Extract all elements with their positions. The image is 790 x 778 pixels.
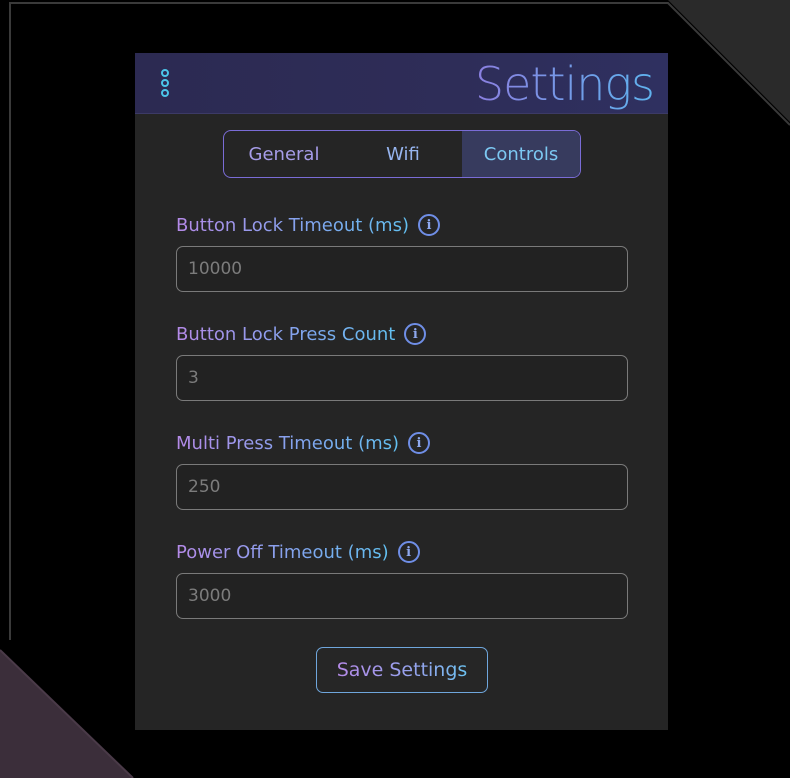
tab-wifi[interactable]: Wifi	[344, 131, 462, 177]
field-label: Multi Press Timeout (ms)	[176, 428, 399, 458]
field-power-off-timeout: Power Off Timeout (ms) i 3000	[176, 537, 628, 619]
save-settings-label: Save Settings	[336, 659, 468, 681]
info-icon[interactable]: i	[404, 323, 427, 345]
tab-controls[interactable]: Controls	[462, 131, 580, 177]
tab-bar: General Wifi Controls	[223, 130, 581, 178]
menu-dots-icon[interactable]	[161, 69, 171, 99]
field-button-lock-press-count: Button Lock Press Count i 3	[176, 319, 628, 401]
button-lock-timeout-input[interactable]: 10000	[176, 246, 628, 292]
field-multi-press-timeout: Multi Press Timeout (ms) i 250	[176, 428, 628, 510]
info-icon[interactable]: i	[408, 432, 431, 454]
settings-panel: Settings General Wifi Controls Button Lo…	[135, 53, 668, 730]
save-settings-button[interactable]: Save Settings	[316, 647, 488, 693]
app-header: Settings	[135, 53, 668, 114]
tab-general[interactable]: General	[224, 131, 344, 177]
power-off-timeout-input[interactable]: 3000	[176, 573, 628, 619]
field-button-lock-timeout: Button Lock Timeout (ms) i 10000	[176, 210, 628, 292]
button-lock-press-count-input[interactable]: 3	[176, 355, 628, 401]
field-label: Power Off Timeout (ms)	[176, 537, 389, 567]
field-label: Button Lock Press Count	[176, 319, 395, 349]
field-label: Button Lock Timeout (ms)	[176, 210, 409, 240]
info-icon[interactable]: i	[397, 541, 420, 563]
info-icon[interactable]: i	[418, 214, 440, 236]
page-title: Settings	[474, 57, 655, 111]
multi-press-timeout-input[interactable]: 250	[176, 464, 628, 510]
